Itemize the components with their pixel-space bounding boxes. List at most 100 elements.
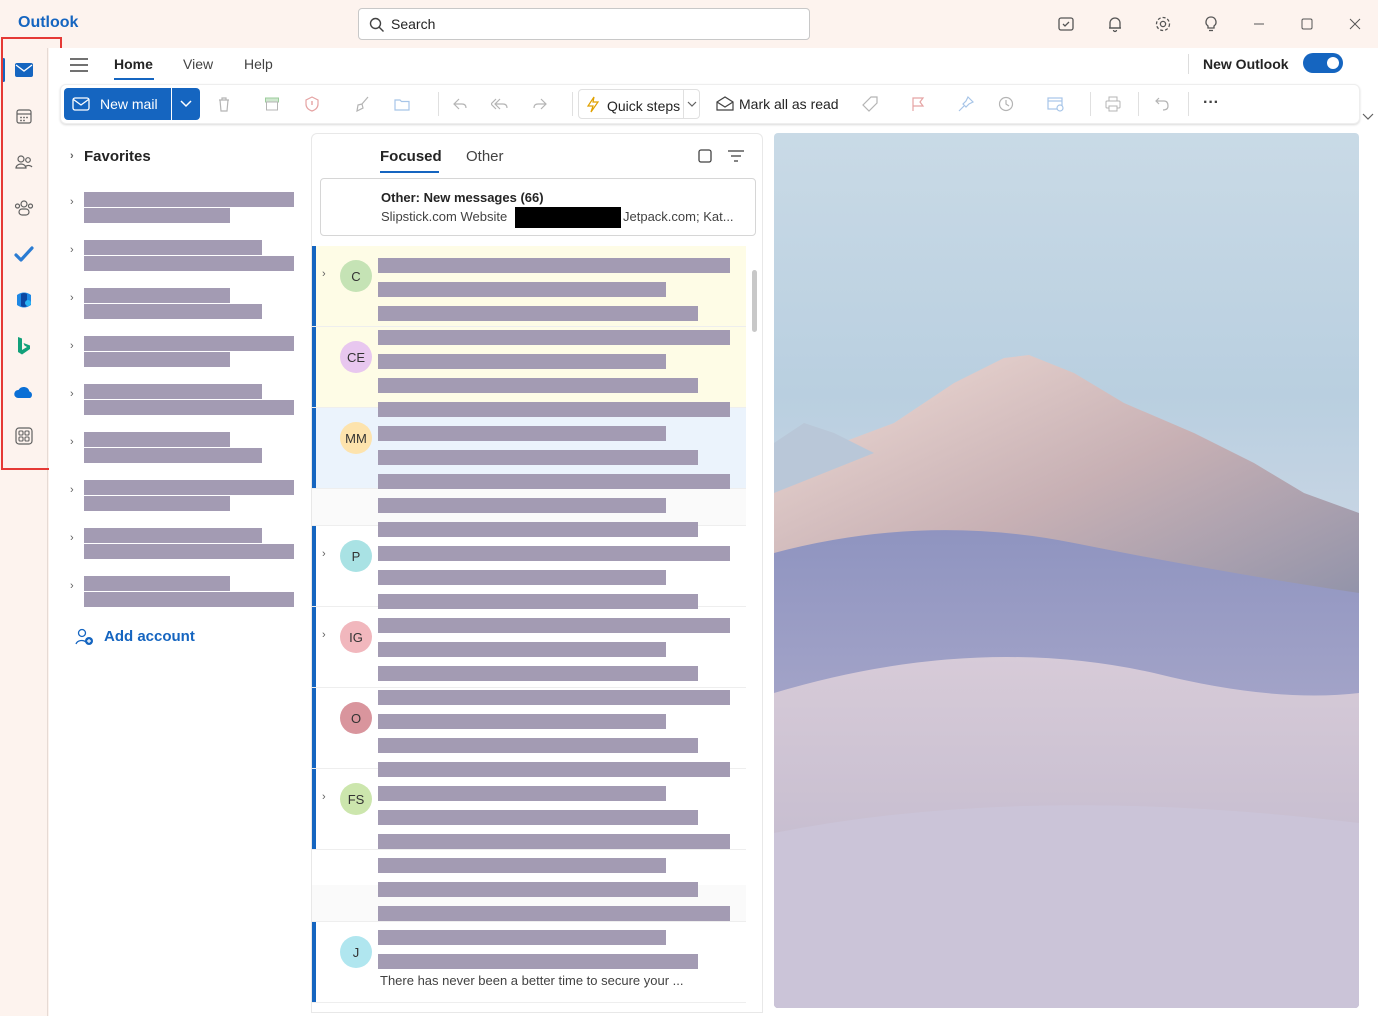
forward-icon[interactable] (530, 94, 550, 114)
print-icon[interactable] (1103, 94, 1123, 114)
redacted-folder-name[interactable] (84, 288, 230, 303)
search-input[interactable]: Search (358, 8, 810, 40)
chevron-down-icon[interactable] (1362, 108, 1374, 124)
rules-icon[interactable] (1046, 94, 1066, 114)
redacted-message-text (378, 642, 666, 657)
archive-icon[interactable] (262, 94, 282, 114)
chevron-right-icon[interactable]: › (70, 340, 74, 352)
new-mail-dropdown[interactable] (172, 88, 200, 120)
redacted-folder-name[interactable] (84, 544, 294, 559)
redacted-message-text (378, 738, 698, 753)
quick-steps-button[interactable]: Quick steps (578, 89, 700, 119)
chevron-right-icon[interactable]: › (70, 532, 74, 544)
tab-focused[interactable]: Focused (380, 148, 442, 165)
redacted-folder-name[interactable] (84, 432, 230, 447)
redacted-folder-name[interactable] (84, 528, 262, 543)
expand-thread-icon[interactable]: › (322, 629, 326, 641)
redacted-folder-name[interactable] (84, 576, 230, 591)
bell-icon[interactable] (1103, 12, 1127, 36)
maximize-icon[interactable] (1295, 12, 1319, 36)
redacted-folder-name[interactable] (84, 400, 294, 415)
chevron-down-icon (180, 100, 192, 108)
toolbar-separator (1138, 92, 1139, 116)
redacted-message-text (378, 834, 730, 849)
chevron-right-icon[interactable]: › (70, 292, 74, 304)
undo-icon[interactable] (1152, 94, 1172, 114)
other-inbox-banner[interactable]: Other: New messages (66) Slipstick.com W… (320, 178, 756, 236)
redacted-message-text (378, 546, 730, 561)
chevron-right-icon[interactable]: › (70, 484, 74, 496)
delete-icon[interactable] (214, 94, 234, 114)
redacted-folder-name[interactable] (84, 304, 262, 319)
redacted-message-text (378, 954, 698, 969)
tag-icon[interactable] (860, 94, 880, 114)
chevron-right-icon[interactable]: › (70, 388, 74, 400)
report-icon[interactable] (302, 94, 322, 114)
tab-view[interactable]: View (183, 56, 213, 72)
new-outlook-toggle[interactable] (1303, 53, 1343, 73)
unread-indicator (312, 607, 316, 687)
expand-thread-icon[interactable]: › (322, 548, 326, 560)
add-person-icon (75, 628, 93, 645)
new-mail-button[interactable]: New mail (64, 88, 171, 120)
select-icon[interactable] (697, 148, 713, 167)
chevron-right-icon[interactable]: › (70, 436, 74, 448)
tab-home[interactable]: Home (114, 56, 153, 72)
snooze-icon[interactable] (996, 94, 1016, 114)
avatar: P (340, 540, 372, 572)
gear-icon[interactable] (1151, 12, 1175, 36)
avatar: MM (340, 422, 372, 454)
tab-help[interactable]: Help (244, 56, 273, 72)
redacted-message-text (378, 378, 698, 393)
expand-thread-icon[interactable]: › (322, 791, 326, 803)
tab-other[interactable]: Other (466, 148, 504, 165)
pin-icon[interactable] (956, 94, 976, 114)
redacted-message-text (378, 498, 666, 513)
lightbulb-icon[interactable] (1199, 12, 1223, 36)
redacted-folder-name[interactable] (84, 496, 230, 511)
chevron-right-icon[interactable]: › (70, 196, 74, 208)
redacted-folder-name[interactable] (84, 592, 294, 607)
move-to-icon[interactable] (392, 94, 412, 114)
toolbar-separator (1188, 92, 1189, 116)
close-icon[interactable] (1343, 12, 1367, 36)
add-account-label: Add account (104, 628, 195, 645)
message-list-scrollbar[interactable] (752, 270, 757, 332)
flag-icon[interactable] (908, 94, 928, 114)
unread-indicator (312, 688, 316, 768)
hamburger-icon[interactable] (69, 57, 89, 76)
more-options-button[interactable]: ··· (1203, 94, 1219, 112)
envelope-open-icon (716, 96, 734, 111)
new-outlook-label: New Outlook (1203, 56, 1289, 72)
redacted-folder-name[interactable] (84, 448, 262, 463)
expand-thread-icon[interactable]: › (322, 268, 326, 280)
sweep-icon[interactable] (352, 94, 372, 114)
filter-icon[interactable] (727, 149, 745, 166)
redacted-message-text (378, 882, 698, 897)
redacted-folder-name[interactable] (84, 336, 294, 351)
redacted-folder-name[interactable] (84, 480, 294, 495)
redacted-message-text (378, 906, 730, 921)
quick-steps-label: Quick steps (607, 98, 681, 114)
my-day-icon[interactable] (1054, 12, 1078, 36)
redacted-message-text (378, 762, 730, 777)
mark-all-read-label: Mark all as read (739, 96, 839, 112)
reply-all-icon[interactable] (490, 94, 510, 114)
redacted-folder-name[interactable] (84, 240, 262, 255)
redacted-folder-name[interactable] (84, 352, 230, 367)
avatar: IG (340, 621, 372, 653)
redacted-folder-name[interactable] (84, 256, 294, 271)
chevron-right-icon[interactable]: › (70, 244, 74, 256)
redacted-folder-name[interactable] (84, 192, 294, 207)
redacted-folder-name[interactable] (84, 384, 262, 399)
lightning-icon (586, 96, 600, 113)
redacted-folder-name[interactable] (84, 208, 230, 223)
redacted-message-text (378, 354, 666, 369)
reply-icon[interactable] (450, 94, 470, 114)
toolbar-separator (572, 92, 573, 116)
redacted-message-text (378, 282, 666, 297)
toolbar-separator (438, 92, 439, 116)
chevron-right-icon[interactable]: › (70, 580, 74, 592)
search-placeholder: Search (391, 16, 436, 32)
minimize-icon[interactable] (1247, 12, 1271, 36)
